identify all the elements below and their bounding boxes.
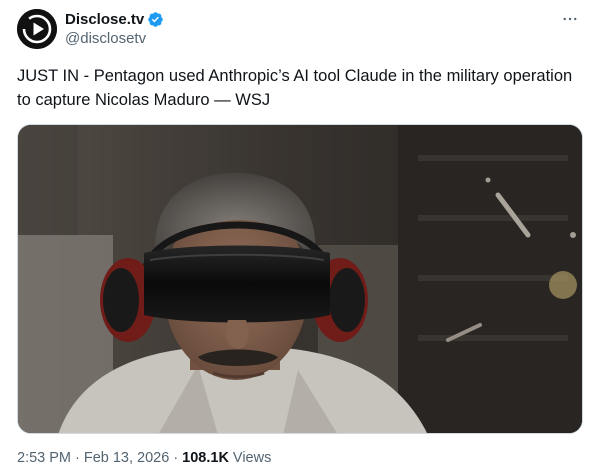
tweet-date[interactable]: Feb 13, 2026 bbox=[84, 450, 169, 466]
disclose-play-logo-icon bbox=[17, 9, 57, 49]
more-dots-icon bbox=[563, 17, 577, 21]
views-count: 108.1K bbox=[182, 450, 229, 466]
more-options-button[interactable] bbox=[559, 8, 581, 30]
tweet-text: JUST IN - Pentagon used Anthropic’s AI t… bbox=[17, 67, 577, 109]
avatar[interactable] bbox=[17, 9, 57, 49]
photo-image bbox=[18, 125, 582, 433]
meta-separator: · bbox=[75, 450, 80, 466]
tweet-time[interactable]: 2:53 PM bbox=[17, 450, 71, 466]
tweet-photo[interactable] bbox=[17, 124, 583, 434]
verified-badge-icon bbox=[147, 11, 164, 28]
views-label: Views bbox=[232, 450, 272, 466]
tweet-meta: 2:53 PM · Feb 13, 2026 · 108.1K Views bbox=[17, 450, 271, 466]
author-name-row: Disclose.tv bbox=[65, 9, 164, 29]
author-display-name[interactable]: Disclose.tv bbox=[65, 11, 144, 28]
author-handle[interactable]: @disclosetv bbox=[65, 30, 146, 47]
meta-separator: · bbox=[173, 450, 179, 466]
tweet-card: Disclose.tv @disclosetv JUST IN - Pentag… bbox=[0, 0, 596, 471]
